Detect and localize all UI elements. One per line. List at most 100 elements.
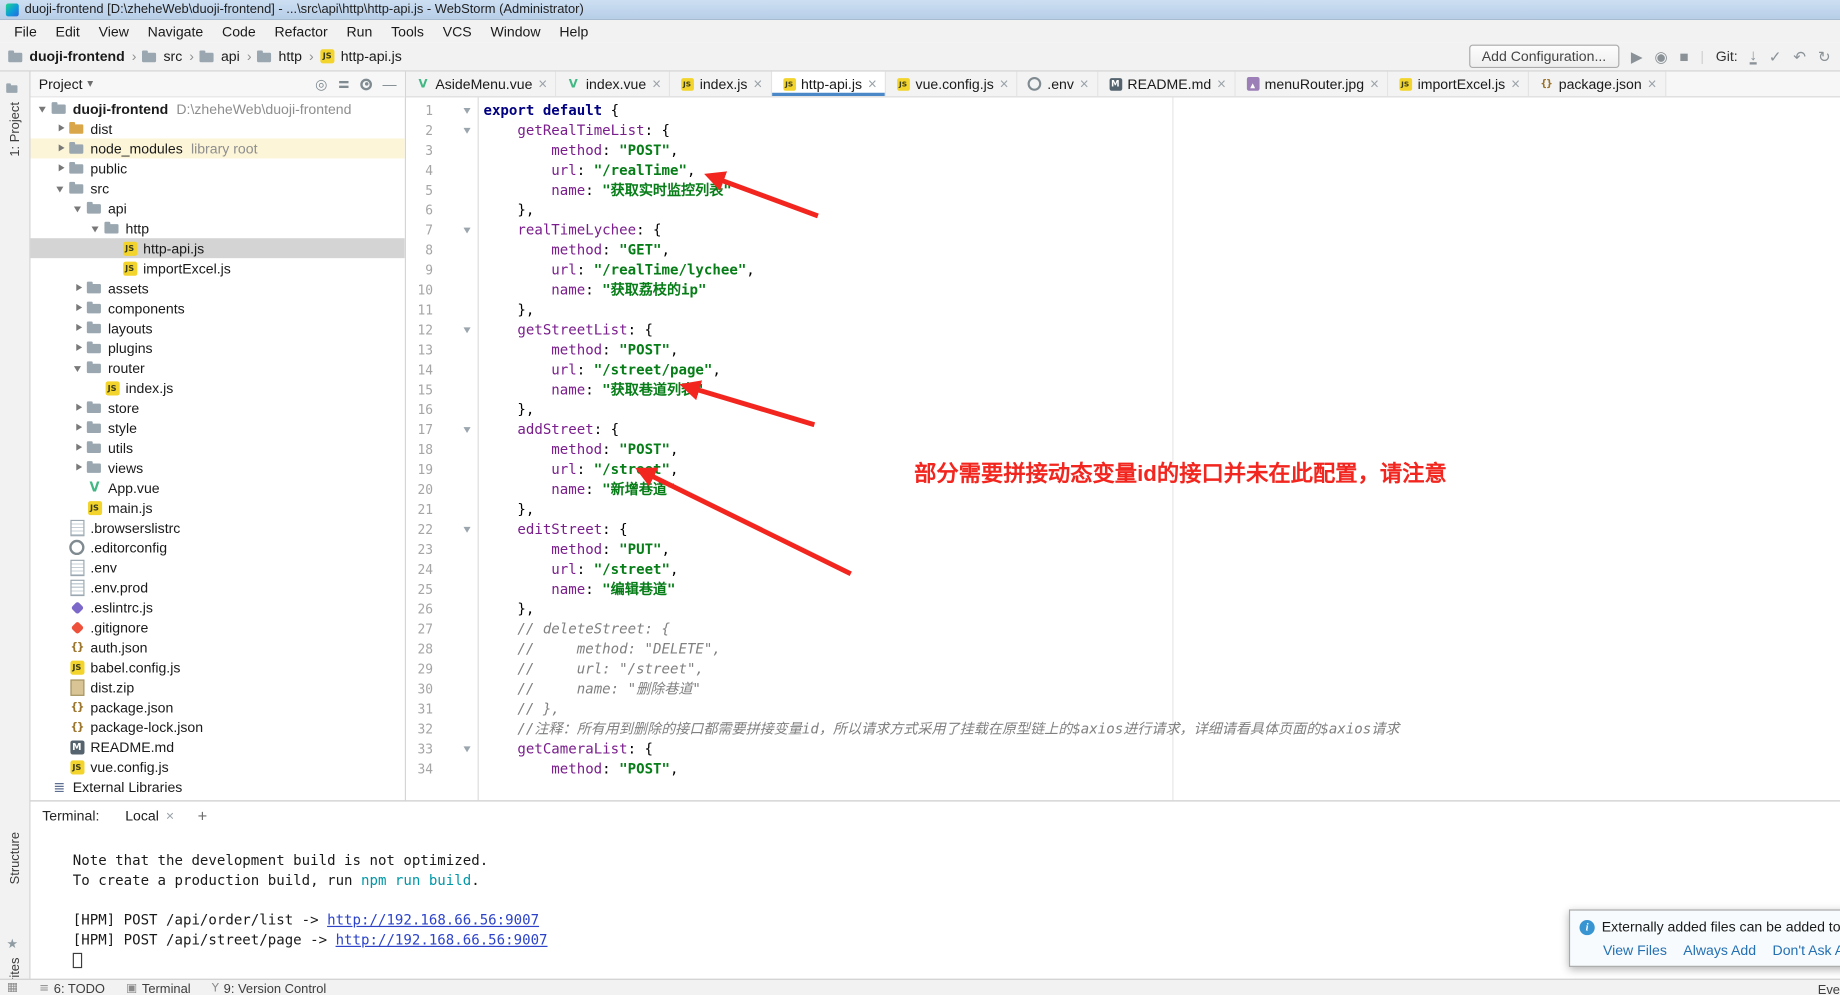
editor-tab-index.vue[interactable]: index.vue×: [557, 72, 671, 97]
locate-file-icon[interactable]: ◎: [315, 77, 327, 91]
toolwindow-button-structure[interactable]: Structure: [0, 832, 29, 884]
tree-item-node_modules[interactable]: node_moduleslibrary root: [31, 138, 405, 158]
tree-item-babel.config.js[interactable]: babel.config.js: [31, 657, 405, 677]
chevron-down-icon[interactable]: ▾: [87, 77, 93, 90]
editor-tab-AsideMenu.vue[interactable]: AsideMenu.vue×: [406, 72, 557, 97]
project-panel-title[interactable]: Project: [39, 76, 83, 92]
tab-close-icon[interactable]: ×: [1648, 76, 1657, 91]
editor-tab-.env[interactable]: .env×: [1018, 72, 1098, 97]
notification-action-view-files[interactable]: View Files: [1603, 942, 1667, 958]
tree-item-README.md[interactable]: README.md: [31, 737, 405, 757]
tree-item-index.js[interactable]: index.js: [31, 378, 405, 398]
tree-item-dist.zip[interactable]: dist.zip: [31, 677, 405, 697]
tree-item-src[interactable]: src: [31, 178, 405, 198]
tree-item-plugins[interactable]: plugins: [31, 338, 405, 358]
terminal-tab-local[interactable]: Local ×: [116, 805, 184, 826]
menu-item-view[interactable]: View: [89, 21, 138, 42]
tab-close-icon[interactable]: ×: [1000, 76, 1009, 91]
fold-icon[interactable]: [464, 108, 471, 114]
menu-item-navigate[interactable]: Navigate: [138, 21, 212, 42]
tree-item-layouts[interactable]: layouts: [31, 318, 405, 338]
tree-item-api[interactable]: api: [31, 198, 405, 218]
menu-item-tools[interactable]: Tools: [382, 21, 434, 42]
tree-item-http[interactable]: http: [31, 218, 405, 238]
tree-item-components[interactable]: components: [31, 298, 405, 318]
tab-close-icon[interactable]: ×: [868, 76, 877, 91]
fold-icon[interactable]: [464, 746, 471, 752]
editor-tab-vue.config.js[interactable]: vue.config.js×: [886, 72, 1018, 97]
menu-item-run[interactable]: Run: [337, 21, 382, 42]
run-icon[interactable]: ▶: [1631, 49, 1643, 64]
breadcrumb-item[interactable]: api: [199, 48, 240, 66]
fold-icon[interactable]: [464, 427, 471, 433]
menu-item-edit[interactable]: Edit: [46, 21, 89, 42]
menu-item-code[interactable]: Code: [213, 21, 265, 42]
notification-action-always-add[interactable]: Always Add: [1683, 942, 1756, 958]
tree-item-package.json[interactable]: package.json: [31, 697, 405, 717]
tree-item-utils[interactable]: utils: [31, 438, 405, 458]
tab-close-icon[interactable]: ×: [1511, 76, 1520, 91]
fold-icon[interactable]: [464, 228, 471, 234]
tree-item-router[interactable]: router: [31, 358, 405, 378]
tree-item-importExcel.js[interactable]: importExcel.js: [31, 258, 405, 278]
editor-tab-http-api.js[interactable]: http-api.js×: [772, 72, 887, 97]
tree-item-dist[interactable]: dist: [31, 119, 405, 139]
editor-tab-index.js[interactable]: index.js×: [670, 72, 771, 97]
code-area[interactable]: export default { getRealTimeList: { meth…: [480, 97, 1840, 800]
editor-tab-menuRouter.jpg[interactable]: menuRouter.jpg×: [1235, 72, 1388, 97]
tab-close-icon[interactable]: ×: [1217, 76, 1226, 91]
statusbar-item-9-version-control[interactable]: Y9: Version Control: [212, 982, 326, 995]
menu-item-file[interactable]: File: [5, 21, 46, 42]
tab-close-icon[interactable]: ×: [753, 76, 762, 91]
new-terminal-icon[interactable]: +: [188, 806, 216, 825]
hide-panel-icon[interactable]: —: [383, 77, 397, 91]
tree-item-External Libraries[interactable]: External Libraries: [31, 777, 405, 797]
terminal-link[interactable]: http://192.168.66.56:9007: [327, 912, 539, 928]
editor-tab-importExcel.js[interactable]: importExcel.js×: [1388, 72, 1529, 97]
breadcrumb-item[interactable]: duoji-frontend: [7, 48, 125, 66]
tree-item-store[interactable]: store: [31, 398, 405, 418]
tree-item-http-api.js[interactable]: http-api.js: [31, 238, 405, 258]
statusbar-item-terminal[interactable]: ▣Terminal: [126, 982, 191, 995]
rollback-icon[interactable]: ↶: [1793, 49, 1806, 64]
tree-item-.gitignore[interactable]: .gitignore: [31, 617, 405, 637]
close-icon[interactable]: ×: [166, 807, 174, 823]
tab-close-icon[interactable]: ×: [652, 76, 661, 91]
git-update-icon[interactable]: ↓: [1749, 48, 1757, 64]
tree-item-package-lock.json[interactable]: package-lock.json: [31, 717, 405, 737]
tree-item-assets[interactable]: assets: [31, 278, 405, 298]
tree-item-public[interactable]: public: [31, 158, 405, 178]
gear-icon[interactable]: [360, 78, 372, 90]
editor-body[interactable]: 1234567891011121314151617181920212223242…: [406, 97, 1840, 800]
notification-action-don-t-ask-again[interactable]: Don't Ask Again: [1773, 942, 1840, 958]
menu-item-vcs[interactable]: VCS: [433, 21, 481, 42]
fold-icon[interactable]: [464, 327, 471, 333]
tree-item-style[interactable]: style: [31, 418, 405, 438]
tree-item-.eslintrc.js[interactable]: .eslintrc.js: [31, 597, 405, 617]
tree-item-auth.json[interactable]: auth.json: [31, 637, 405, 657]
tree-item-.browserslistrc[interactable]: .browserslistrc: [31, 517, 405, 537]
collapse-all-icon[interactable]: [338, 78, 350, 90]
add-configuration-button[interactable]: Add Configuration...: [1469, 45, 1619, 68]
fold-icon[interactable]: [464, 128, 471, 134]
statusbar-item-6-todo[interactable]: ≡6: TODO: [39, 982, 105, 995]
tree-item-App.vue[interactable]: App.vue: [31, 478, 405, 498]
tree-item-vue.config.js[interactable]: vue.config.js: [31, 757, 405, 777]
tree-item-views[interactable]: views: [31, 458, 405, 478]
tree-item-duoji-frontend[interactable]: duoji-frontendD:\zheheWeb\duoji-frontend: [31, 99, 405, 119]
debug-icon[interactable]: ◉: [1654, 49, 1667, 64]
editor-tab-README.md[interactable]: README.md×: [1098, 72, 1235, 97]
tree-item-main.js[interactable]: main.js: [31, 498, 405, 518]
toolwindow-toggle-icon[interactable]: ▦: [7, 982, 18, 994]
menu-item-refactor[interactable]: Refactor: [265, 21, 337, 42]
tab-close-icon[interactable]: ×: [1370, 76, 1379, 91]
tab-close-icon[interactable]: ×: [538, 76, 547, 91]
menu-item-window[interactable]: Window: [481, 21, 550, 42]
tree-item-.env.prod[interactable]: .env.prod: [31, 577, 405, 597]
tree-item-.editorconfig[interactable]: .editorconfig: [31, 537, 405, 557]
breadcrumb-item[interactable]: http-api.js: [318, 48, 401, 66]
event-log-button[interactable]: Event Log: [1818, 983, 1840, 995]
breadcrumb-item[interactable]: http: [256, 48, 302, 66]
breadcrumb-item[interactable]: src: [141, 48, 182, 66]
terminal-link[interactable]: http://192.168.66.56:9007: [336, 932, 548, 948]
